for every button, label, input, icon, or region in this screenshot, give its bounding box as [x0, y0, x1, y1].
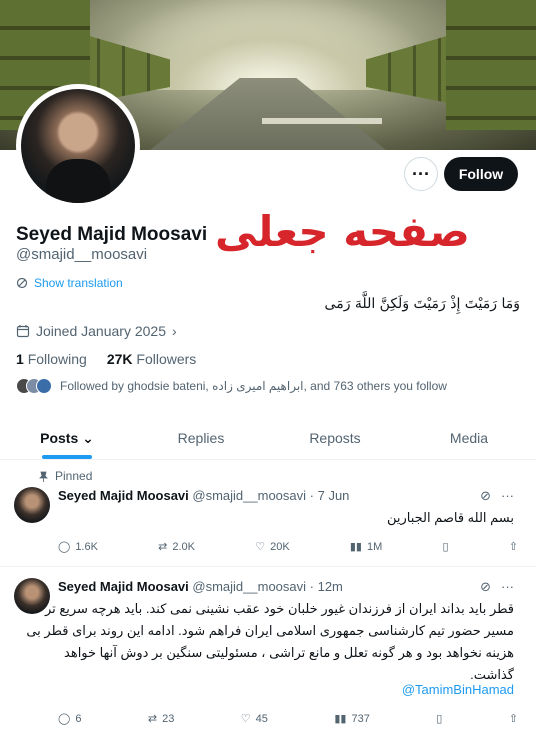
more-icon[interactable]: ···	[501, 579, 514, 595]
like-count: 20K	[270, 540, 290, 553]
following-count: 1	[16, 351, 24, 367]
more-options-button[interactable]: ···	[404, 157, 438, 191]
repost-button[interactable]: ⇄ 2.0K	[158, 540, 196, 554]
chevron-right-icon: ›	[172, 323, 177, 339]
joined-date[interactable]: Joined January 2025 ›	[16, 323, 177, 339]
avatar-image	[21, 89, 135, 203]
post-divider	[0, 566, 536, 567]
repost-button[interactable]: ⇄ 23	[147, 712, 175, 726]
joined-label: Joined January 2025	[36, 323, 166, 339]
post-text-line: مسیر حضور تیم کارشناسی جمهوری اسلامی ایر…	[26, 623, 514, 638]
more-icon[interactable]: ···	[501, 488, 514, 504]
profile-bio: وَمَا رَمَيْتَ إِذْ رَمَيْتَ وَلَكِنَّ ا…	[324, 296, 520, 312]
profile-avatar[interactable]	[16, 84, 140, 208]
share-icon[interactable]: ⇧	[509, 712, 518, 725]
reply-button[interactable]: ◯ 1.6K	[58, 540, 98, 554]
post-actions: ◯ 6 ⇄ 23 ♡ 45 ▮▮ 737 ▯ ⇧	[58, 712, 518, 726]
views-icon: ▮▮	[334, 713, 347, 725]
bookmark-icon[interactable]: ▯	[442, 540, 448, 553]
repost-count: 2.0K	[172, 540, 196, 553]
post-text: قطر باید بداند ایران از فرزندان غیور خلب…	[26, 598, 514, 686]
pin-icon	[39, 471, 48, 482]
post-time[interactable]: · 7 Jun	[310, 488, 350, 503]
post-header: Seyed Majid Moosavi @smajid__moosavi · 1…	[58, 579, 343, 594]
reply-icon: ◯	[58, 541, 71, 553]
followed-by-row[interactable]: Followed by ghodsie bateni, ابراهیم امیر…	[16, 378, 447, 394]
heart-icon: ♡	[240, 713, 251, 725]
post-author[interactable]: Seyed Majid Moosavi	[58, 579, 189, 594]
grok-icon[interactable]: ⊘	[480, 488, 491, 504]
following-link[interactable]: 1 Following	[16, 351, 87, 367]
post-tools: ⊘ ···	[480, 488, 514, 504]
repost-icon: ⇄	[158, 541, 168, 553]
views-icon: ▮▮	[349, 541, 362, 553]
post-actions: ◯ 1.6K ⇄ 2.0K ♡ 20K ▮▮ 1M ▯ ⇧	[58, 540, 518, 554]
grok-icon[interactable]: ⊘	[480, 579, 491, 595]
reply-button[interactable]: ◯ 6	[58, 712, 82, 726]
reply-count: 1.6K	[75, 540, 98, 553]
views-button[interactable]: ▮▮ 737	[334, 712, 370, 726]
followers-label: Followers	[136, 351, 197, 367]
followed-by-text: Followed by ghodsie bateni, ابراهیم امیر…	[60, 379, 447, 393]
post-text-line: قطر باید بداند ایران از فرزندان غیور خلب…	[44, 601, 514, 616]
show-translation-label[interactable]: Show translation	[34, 276, 123, 290]
banner-floor-marking	[262, 118, 382, 124]
post-text: بسم الله قاصم الجبارين	[386, 510, 514, 525]
post-header: Seyed Majid Moosavi @smajid__moosavi · 7…	[58, 488, 349, 503]
chevron-down-icon: ⌄	[82, 430, 94, 446]
translate-icon	[16, 277, 28, 289]
profile-name: Seyed Majid Moosavi	[16, 224, 208, 245]
tab-posts-label: Posts	[40, 430, 79, 446]
tab-posts[interactable]: Posts ⌄	[0, 420, 134, 459]
calendar-icon	[16, 325, 30, 338]
mention-link[interactable]: @TamimBinHamad	[402, 682, 514, 697]
follower-avatar	[36, 378, 52, 394]
like-button[interactable]: ♡ 20K	[255, 540, 290, 554]
views-count: 737	[351, 712, 370, 725]
post-author[interactable]: Seyed Majid Moosavi	[58, 488, 189, 503]
show-translation-link[interactable]: Show translation	[16, 276, 123, 290]
pinned-indicator: Pinned	[38, 469, 92, 483]
profile-handle: @smajid__moosavi	[16, 246, 148, 263]
reply-count: 6	[75, 712, 82, 725]
banner-rack-right-near	[446, 0, 536, 130]
bookmark-icon[interactable]: ▯	[436, 712, 442, 725]
heart-icon: ♡	[255, 541, 266, 553]
post-time[interactable]: · 12m	[310, 579, 343, 594]
views-count: 1M	[366, 540, 383, 553]
views-button[interactable]: ▮▮ 1M	[349, 540, 383, 554]
post-handle[interactable]: @smajid__moosavi	[192, 579, 306, 594]
reply-icon: ◯	[58, 713, 71, 725]
repost-icon: ⇄	[147, 713, 158, 725]
followers-count: 27K	[106, 351, 133, 367]
follower-avatars	[16, 378, 52, 394]
like-button[interactable]: ♡ 45	[240, 712, 268, 726]
share-icon[interactable]: ⇧	[509, 540, 518, 553]
post-avatar[interactable]	[14, 487, 50, 523]
follow-button[interactable]: Follow	[444, 157, 518, 191]
fake-page-overlay-text: صفحه جعلی	[215, 207, 470, 256]
followers-link[interactable]: 27K Followers	[107, 351, 196, 367]
post-handle[interactable]: @smajid__moosavi	[192, 488, 306, 503]
tab-reposts[interactable]: Reposts	[268, 420, 402, 459]
profile-tabs: Posts ⌄ Replies Reposts Media	[0, 420, 536, 460]
repost-count: 23	[162, 712, 175, 725]
follow-counts: 1 Following 27K Followers	[16, 351, 196, 367]
like-count: 45	[255, 712, 268, 725]
tab-media[interactable]: Media	[402, 420, 536, 459]
following-label: Following	[27, 351, 87, 367]
post-tools: ⊘ ···	[480, 579, 514, 595]
tab-replies[interactable]: Replies	[134, 420, 268, 459]
pinned-label: Pinned	[55, 469, 93, 483]
post-text-line: هزینه نخواهد بود و هر گونه تعلل و مانع ت…	[64, 645, 514, 660]
